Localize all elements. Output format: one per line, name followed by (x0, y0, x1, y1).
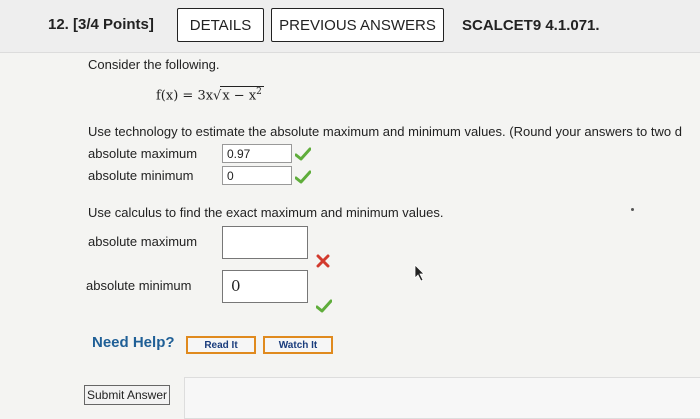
question-points: [3/4 Points] (73, 16, 154, 33)
stray-dot (631, 208, 634, 211)
check-icon (295, 147, 311, 161)
submit-answer-button[interactable]: Submit Answer (84, 385, 170, 405)
function-lhs: f(x) = 3x (156, 88, 214, 104)
question-number: 12. (48, 16, 69, 33)
previous-answers-button[interactable]: PREVIOUS ANSWERS (271, 8, 444, 42)
watch-it-button[interactable]: Watch It (263, 336, 333, 354)
part2-max-input[interactable] (222, 226, 308, 259)
course-code: SCALCET9 4.1.071. (462, 17, 600, 34)
part1-instruction: Use technology to estimate the absolute … (88, 124, 682, 139)
part1-max-label: absolute maximum (88, 146, 198, 161)
mouse-cursor-icon (414, 264, 425, 282)
need-help-label: Need Help? (92, 334, 175, 351)
part1-min-label: absolute minimum (88, 168, 194, 183)
details-button[interactable]: DETAILS (177, 8, 264, 42)
part1-min-input[interactable]: 0 (222, 166, 292, 185)
function-radicand: x − x (222, 88, 257, 104)
part1-max-input[interactable]: 0.97 (222, 144, 292, 163)
part2-min-label: absolute minimum (86, 278, 192, 293)
next-question-area (184, 377, 700, 419)
incorrect-x-icon (316, 254, 330, 268)
check-icon (316, 299, 332, 313)
check-icon (295, 170, 311, 184)
part2-max-label: absolute maximum (88, 234, 198, 249)
intro-text: Consider the following. (88, 57, 220, 72)
question-title: 12. [3/4 Points] (48, 16, 154, 33)
part2-instruction: Use calculus to find the exact maximum a… (88, 205, 444, 220)
read-it-button[interactable]: Read It (186, 336, 256, 354)
function-radicand-wrap: x − x2 (220, 86, 264, 103)
part2-min-input[interactable]: 0 (222, 270, 308, 303)
function-exponent: 2 (256, 87, 262, 97)
function-expression: f(x) = 3x√x − x2 (156, 86, 264, 103)
